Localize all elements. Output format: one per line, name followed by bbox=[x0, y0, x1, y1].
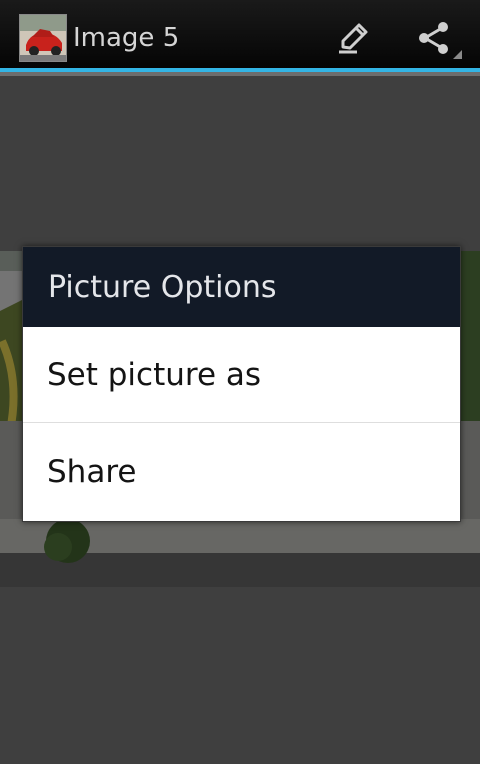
share-option[interactable]: Share bbox=[23, 424, 460, 520]
page-title: Image 5 bbox=[73, 23, 180, 53]
set-picture-as-option[interactable]: Set picture as bbox=[23, 327, 460, 423]
picture-options-dialog: Picture Options Set picture as Share bbox=[22, 246, 461, 522]
image-thumbnail[interactable] bbox=[19, 14, 67, 62]
screen: Image 5 Picture Options Set picture as S… bbox=[0, 0, 480, 764]
share-icon[interactable] bbox=[412, 16, 456, 60]
menu-item-label: Set picture as bbox=[47, 357, 262, 393]
action-bar: Image 5 bbox=[0, 0, 480, 72]
dialog-header: Picture Options bbox=[23, 247, 460, 327]
overflow-indicator-icon bbox=[453, 50, 462, 59]
menu-item-label: Share bbox=[47, 454, 137, 490]
edit-icon[interactable] bbox=[331, 16, 375, 60]
dialog-title: Picture Options bbox=[48, 270, 277, 305]
